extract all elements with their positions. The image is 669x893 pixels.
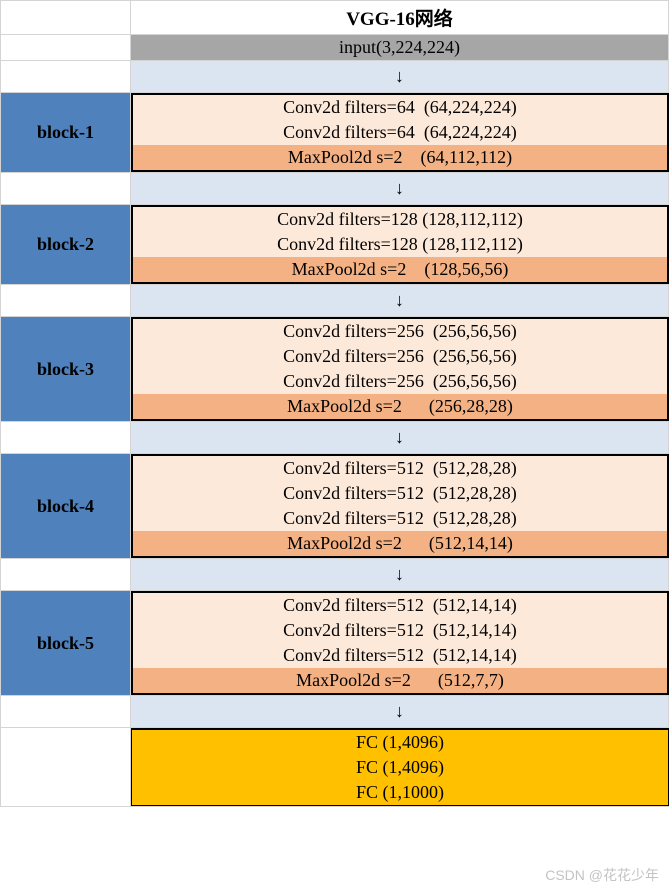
block-3-label: block-3 (1, 317, 131, 421)
fc-2: FC (1,4096) (132, 755, 668, 780)
left-blank-fc (1, 728, 131, 806)
block-1-conv-2: Conv2d filters=64 (64,224,224) (133, 120, 667, 145)
block-2: Conv2d filters=128 (128,112,112) Conv2d … (131, 205, 669, 284)
input-layer: input(3,224,224) (131, 35, 669, 60)
left-blank-arrow-4 (1, 559, 131, 590)
block-3: Conv2d filters=256 (256,56,56) Conv2d fi… (131, 317, 669, 421)
diagram-title: VGG-16网络 (131, 1, 669, 34)
block-1-label: block-1 (1, 93, 131, 172)
block-4-conv-3: Conv2d filters=512 (512,28,28) (133, 506, 667, 531)
block-1-conv-1: Conv2d filters=64 (64,224,224) (133, 95, 667, 120)
left-blank-arrow-5 (1, 696, 131, 727)
block-4-conv-1: Conv2d filters=512 (512,28,28) (133, 456, 667, 481)
arrow-down-icon: ↓ (131, 173, 669, 204)
left-blank-arrow-2 (1, 285, 131, 316)
csdn-watermark: CSDN @花花少年 (545, 865, 659, 885)
block-1: Conv2d filters=64 (64,224,224) Conv2d fi… (131, 93, 669, 172)
fc-1: FC (1,4096) (132, 730, 668, 755)
block-5-conv-3: Conv2d filters=512 (512,14,14) (133, 643, 667, 668)
left-blank-arrow-0 (1, 61, 131, 92)
left-blank-input (1, 35, 131, 60)
arrow-down-icon: ↓ (131, 559, 669, 590)
block-5: Conv2d filters=512 (512,14,14) Conv2d fi… (131, 591, 669, 695)
block-2-pool: MaxPool2d s=2 (128,56,56) (133, 257, 667, 282)
block-4-label: block-4 (1, 454, 131, 558)
arrow-down-icon: ↓ (131, 422, 669, 453)
block-2-conv-1: Conv2d filters=128 (128,112,112) (133, 207, 667, 232)
block-2-label: block-2 (1, 205, 131, 284)
left-blank-arrow-3 (1, 422, 131, 453)
block-5-label: block-5 (1, 591, 131, 695)
block-5-conv-1: Conv2d filters=512 (512,14,14) (133, 593, 667, 618)
fc-3: FC (1,1000) (132, 780, 668, 805)
block-4: Conv2d filters=512 (512,28,28) Conv2d fi… (131, 454, 669, 558)
block-3-conv-1: Conv2d filters=256 (256,56,56) (133, 319, 667, 344)
block-3-conv-2: Conv2d filters=256 (256,56,56) (133, 344, 667, 369)
vgg16-diagram: VGG-16网络 input(3,224,224) ↓ block-1 Conv… (0, 0, 669, 807)
block-3-pool: MaxPool2d s=2 (256,28,28) (133, 394, 667, 419)
arrow-down-icon: ↓ (131, 61, 669, 92)
left-blank-arrow-1 (1, 173, 131, 204)
arrow-down-icon: ↓ (131, 696, 669, 727)
left-blank-title (1, 1, 131, 34)
arrow-down-icon: ↓ (131, 285, 669, 316)
block-1-pool: MaxPool2d s=2 (64,112,112) (133, 145, 667, 170)
block-4-conv-2: Conv2d filters=512 (512,28,28) (133, 481, 667, 506)
block-2-conv-2: Conv2d filters=128 (128,112,112) (133, 232, 667, 257)
block-5-pool: MaxPool2d s=2 (512,7,7) (133, 668, 667, 693)
block-3-conv-3: Conv2d filters=256 (256,56,56) (133, 369, 667, 394)
block-5-conv-2: Conv2d filters=512 (512,14,14) (133, 618, 667, 643)
fc-block: FC (1,4096) FC (1,4096) FC (1,1000) (131, 728, 669, 806)
block-4-pool: MaxPool2d s=2 (512,14,14) (133, 531, 667, 556)
